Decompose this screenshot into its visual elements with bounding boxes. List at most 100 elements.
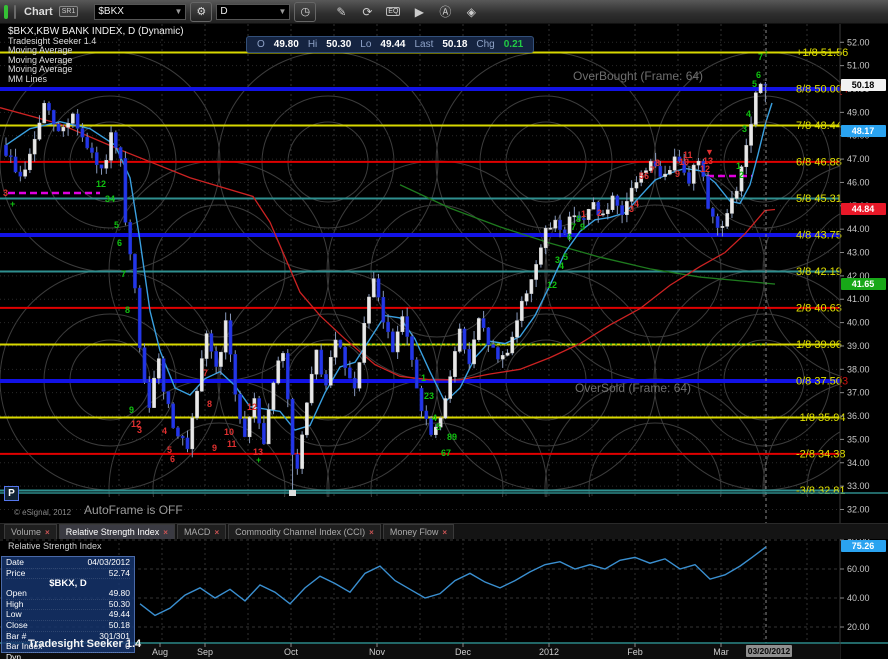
dw-label: Bar # xyxy=(6,632,26,642)
svg-text:52.00: 52.00 xyxy=(847,37,870,47)
svg-text:12: 12 xyxy=(96,179,106,189)
svg-text:4: 4 xyxy=(559,261,564,271)
dw-label: Date xyxy=(6,558,24,568)
svg-text:56: 56 xyxy=(639,171,649,181)
svg-text:49.00: 49.00 xyxy=(847,107,870,117)
svg-text:6: 6 xyxy=(756,70,761,80)
tab-relative-strength-index[interactable]: Relative Strength Index × xyxy=(59,524,175,539)
svg-text:33.00: 33.00 xyxy=(847,481,870,491)
svg-text:Dec: Dec xyxy=(455,647,472,657)
svg-text:+: + xyxy=(10,199,15,209)
close-icon[interactable]: × xyxy=(369,528,374,537)
rsi-pane-title: Relative Strength Index xyxy=(8,541,102,551)
dw-label: Close xyxy=(6,621,28,631)
quote-bar: O 49.80 Hi 50.30 Lo 49.44 Last 50.18 Chg… xyxy=(246,36,534,53)
svg-text:Nov: Nov xyxy=(369,647,386,657)
murrey-label: 5/8 45.31 xyxy=(796,193,842,205)
dw-label: Price xyxy=(6,569,25,579)
window-title: Chart xyxy=(24,6,53,18)
svg-text:35.00: 35.00 xyxy=(847,434,870,444)
svg-text:9: 9 xyxy=(580,222,585,232)
symbol-value: $BKX xyxy=(98,6,124,17)
svg-text:6: 6 xyxy=(170,454,175,464)
pencil-icon[interactable]: ✎ xyxy=(330,3,352,21)
close-icon[interactable]: × xyxy=(45,528,50,537)
open-value: 49.80 xyxy=(274,39,299,50)
svg-text:38.00: 38.00 xyxy=(847,364,870,374)
svg-text:3: 3 xyxy=(137,425,142,435)
dw-value: 52.74 xyxy=(109,569,130,579)
dw-label: Dyn xyxy=(6,653,21,659)
svg-text:50.18: 50.18 xyxy=(852,80,875,90)
high-label: Hi xyxy=(308,39,317,50)
low-value: 49.44 xyxy=(380,39,405,50)
tab-macd[interactable]: MACD × xyxy=(177,524,226,539)
auto-a-icon[interactable]: Ⓐ xyxy=(434,3,456,21)
copyright-text: © eSignal, 2012 xyxy=(14,508,71,517)
svg-text:8: 8 xyxy=(207,399,212,409)
murrey-label: 6/8 46.88 xyxy=(796,156,842,168)
close-icon[interactable]: × xyxy=(442,528,447,537)
svg-text:Mar: Mar xyxy=(713,647,729,657)
svg-text:6: 6 xyxy=(567,232,572,242)
indicator-tabs: Volume × Relative Strength Index × MACD … xyxy=(0,523,888,539)
eq-icon[interactable]: EQ xyxy=(382,3,404,21)
chevron-down-icon[interactable]: ▼ xyxy=(278,7,286,16)
toolbar: Chart SR1 $BKX ▼ ⚙ D ▼ ◷ ✎ ⟳ EQ ▶ Ⓐ ◈ xyxy=(0,0,888,24)
svg-text:9: 9 xyxy=(675,169,680,179)
toolbar-separator xyxy=(14,5,16,19)
svg-text:OverSold (Frame: 64): OverSold (Frame: 64) xyxy=(575,381,691,395)
dw-value: 50.30 xyxy=(109,600,130,610)
interval-input[interactable]: D ▼ xyxy=(216,4,290,20)
chart-application-window: Chart SR1 $BKX ▼ ⚙ D ▼ ◷ ✎ ⟳ EQ ▶ Ⓐ ◈ +1… xyxy=(0,0,888,659)
svg-text:5: 5 xyxy=(563,252,568,262)
svg-text:2: 2 xyxy=(597,208,602,218)
svg-text:12: 12 xyxy=(247,402,257,412)
refresh-icon[interactable]: ⟳ xyxy=(356,3,378,21)
svg-text:↑: ↑ xyxy=(764,48,769,58)
svg-text:39.00: 39.00 xyxy=(847,341,870,351)
svg-text:5: 5 xyxy=(752,79,757,89)
svg-text:7: 7 xyxy=(203,368,208,378)
chevron-down-icon[interactable]: ▼ xyxy=(174,7,182,16)
svg-text:1: 1 xyxy=(581,209,586,219)
play-icon[interactable]: ▶ xyxy=(408,3,430,21)
tab-money-flow[interactable]: Money Flow × xyxy=(383,524,454,539)
svg-text:40.00: 40.00 xyxy=(847,593,870,603)
svg-text:47.00: 47.00 xyxy=(847,154,870,164)
close-icon[interactable]: × xyxy=(214,528,219,537)
svg-text:11: 11 xyxy=(227,439,237,449)
svg-text:4: 4 xyxy=(634,199,639,209)
eraser-icon[interactable]: ◈ xyxy=(460,3,482,21)
dw-value: 49.80 xyxy=(109,589,130,599)
svg-text:Sep: Sep xyxy=(197,647,213,657)
clock-icon[interactable]: ◷ xyxy=(294,2,316,22)
tab-volume[interactable]: Volume × xyxy=(4,524,57,539)
gear-icon[interactable]: ⚙ xyxy=(190,2,212,22)
murrey-label: 1/8 39.06 xyxy=(796,339,842,351)
p-button[interactable]: P xyxy=(4,486,19,501)
svg-text:4: 4 xyxy=(162,426,167,436)
svg-text:13: 13 xyxy=(253,447,263,457)
low-label: Lo xyxy=(360,39,371,50)
svg-text:7: 7 xyxy=(758,52,763,62)
svg-text:OverBought (Frame: 64): OverBought (Frame: 64) xyxy=(573,69,703,83)
svg-text:89: 89 xyxy=(447,432,457,442)
change-label: Chg xyxy=(476,39,494,50)
dw-label: Open xyxy=(6,589,27,599)
tab-label: MACD xyxy=(184,527,211,537)
svg-text:2012: 2012 xyxy=(539,647,559,657)
svg-text:2: 2 xyxy=(739,170,744,180)
study-watermark: Tradesight Seeker 1.4 xyxy=(28,638,141,650)
svg-text:44.00: 44.00 xyxy=(847,224,870,234)
close-icon[interactable]: × xyxy=(163,528,168,537)
svg-text:4: 4 xyxy=(746,109,751,119)
svg-text:1: 1 xyxy=(421,373,426,383)
tab-cci[interactable]: Commodity Channel Index (CCI) × xyxy=(228,524,381,539)
murrey-label: -3/8 32.81 xyxy=(796,485,846,497)
svg-text:75.26: 75.26 xyxy=(852,541,875,551)
murrey-label: 4/8 43.75 xyxy=(796,230,842,242)
autoframe-status: AutoFrame is OFF xyxy=(84,503,183,517)
symbol-input[interactable]: $BKX ▼ xyxy=(94,4,186,20)
svg-text:7: 7 xyxy=(121,269,126,279)
